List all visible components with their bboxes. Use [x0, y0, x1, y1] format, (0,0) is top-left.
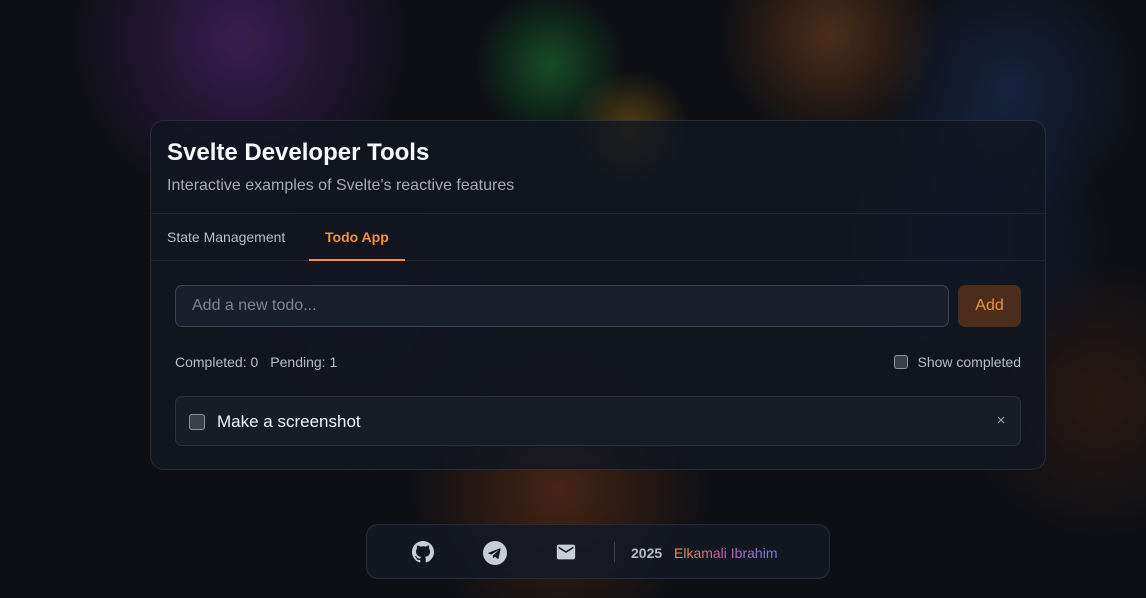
- todo-item: Make a screenshot ×: [175, 396, 1021, 446]
- tab-bar: State Management Todo App: [151, 214, 1045, 261]
- pending-count: Pending: 1: [270, 354, 338, 370]
- telegram-icon[interactable]: [483, 541, 507, 565]
- show-completed-label: Show completed: [917, 354, 1021, 370]
- show-completed-toggle[interactable]: Show completed: [894, 353, 1021, 371]
- footer-author-link[interactable]: Elkamali Ibrahim: [674, 544, 777, 562]
- main-card: Svelte Developer Tools Interactive examp…: [150, 120, 1046, 470]
- page-title: Svelte Developer Tools: [167, 139, 430, 166]
- new-todo-input[interactable]: [175, 285, 949, 327]
- github-icon[interactable]: [412, 541, 434, 563]
- card-header: Svelte Developer Tools Interactive examp…: [151, 121, 1045, 214]
- mail-icon[interactable]: [555, 541, 577, 563]
- footer-divider: [614, 542, 615, 562]
- footer: 2025 Elkamali Ibrahim: [366, 524, 830, 579]
- todo-text: Make a screenshot: [217, 412, 361, 431]
- todo-stats: Completed: 0 Pending: 1: [175, 353, 337, 371]
- completed-count: Completed: 0: [175, 354, 259, 370]
- tab-state-management[interactable]: State Management: [151, 214, 301, 260]
- page-subtitle: Interactive examples of Svelte's reactiv…: [167, 177, 515, 194]
- footer-year: 2025: [631, 545, 663, 561]
- show-completed-checkbox[interactable]: [894, 355, 909, 369]
- todo-checkbox[interactable]: [189, 414, 205, 430]
- add-button[interactable]: Add: [958, 285, 1021, 327]
- tab-todo-app[interactable]: Todo App: [309, 214, 405, 261]
- delete-todo-button[interactable]: ×: [992, 412, 1010, 430]
